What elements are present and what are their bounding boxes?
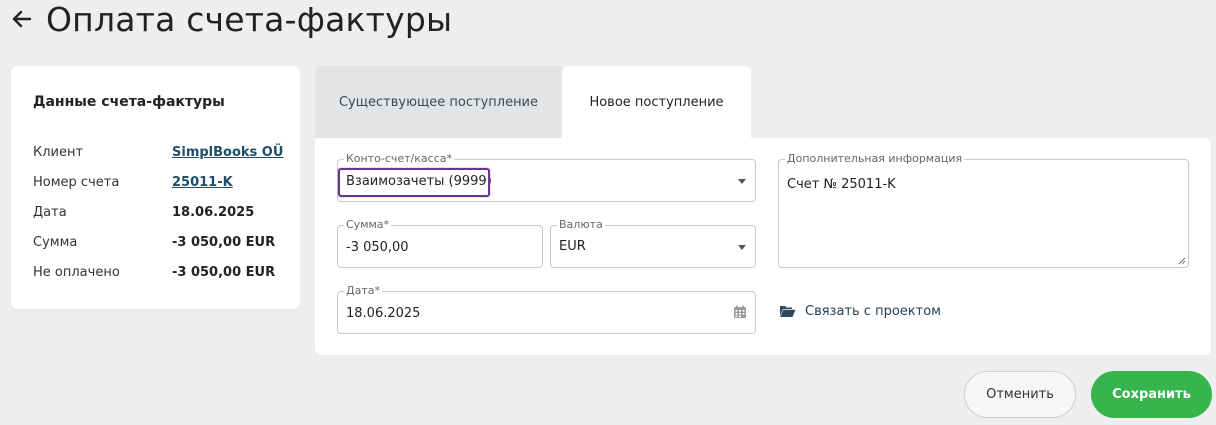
account-highlight [338, 168, 490, 197]
back-arrow-icon[interactable] [8, 5, 36, 33]
invoice-row-client: Клиент SimplBooks OÜ [33, 145, 293, 165]
folder-open-icon [780, 306, 796, 317]
additional-info-label: Дополнительная информация [785, 152, 965, 166]
amount-field-value: -3 050,00 [346, 240, 409, 255]
tab-new-payment[interactable]: Новое поступление [562, 66, 751, 138]
invoice-number-link[interactable]: 25011-K [172, 175, 233, 190]
invoice-details-card: Данные счета-фактуры Клиент SimplBooks O… [11, 66, 300, 309]
invoice-number-label: Номер счета [33, 175, 120, 190]
account-label: Конто-счет/касса* [344, 152, 454, 166]
date-input[interactable]: Дата* 18.06.2025 [337, 284, 756, 334]
page-title: Оплата счета-фактуры [46, 0, 453, 39]
amount-value: -3 050,00 EUR [172, 235, 276, 250]
currency-value: EUR [559, 239, 586, 254]
date-label: Дата [33, 205, 67, 220]
calendar-icon[interactable] [733, 305, 747, 319]
invoice-row-number: Номер счета 25011-K [33, 175, 293, 195]
amount-field-label: Сумма* [344, 218, 392, 232]
invoice-card-title: Данные счета-фактуры [33, 94, 225, 110]
invoice-row-date: Дата 18.06.2025 [33, 205, 293, 225]
unpaid-value: -3 050,00 EUR [172, 265, 276, 280]
unpaid-label: Не оплачено [33, 265, 120, 280]
client-label: Клиент [33, 145, 84, 160]
additional-info-value: Счет № 25011-K [787, 177, 896, 192]
cancel-button[interactable]: Отменить [964, 371, 1076, 418]
amount-input[interactable]: Сумма* -3 050,00 [337, 218, 543, 268]
date-field-label: Дата* [344, 284, 382, 298]
invoice-row-unpaid: Не оплачено -3 050,00 EUR [33, 265, 293, 285]
currency-select[interactable]: Валюта EUR [550, 218, 756, 268]
link-project-button[interactable]: Связать с проектом [779, 302, 941, 320]
client-link[interactable]: SimplBooks OÜ [172, 145, 283, 160]
invoice-row-amount: Сумма -3 050,00 EUR [33, 235, 293, 255]
link-project-label: Связать с проектом [805, 303, 941, 319]
additional-info-textarea[interactable]: Дополнительная информация Счет № 25011-K [778, 152, 1189, 268]
tab-existing-payment[interactable]: Существующее поступление [315, 66, 562, 138]
chevron-down-icon [738, 244, 746, 250]
amount-label: Сумма [33, 235, 78, 250]
currency-label: Валюта [557, 218, 605, 232]
resize-handle-icon[interactable] [1177, 256, 1186, 265]
date-field-value: 18.06.2025 [346, 306, 421, 321]
chevron-down-icon [738, 178, 746, 184]
date-value: 18.06.2025 [172, 205, 255, 220]
save-button[interactable]: Сохранить [1091, 371, 1212, 418]
